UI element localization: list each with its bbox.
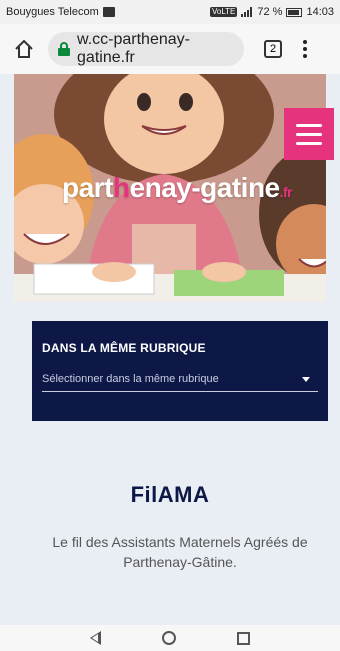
carrier-label: Bouygues Telecom <box>6 6 99 18</box>
address-bar[interactable]: w.cc-parthenay-gatine.fr <box>48 31 244 66</box>
hamburger-line <box>296 123 322 127</box>
logo-text-accent: h <box>112 172 130 203</box>
chevron-down-icon <box>302 376 310 382</box>
volte-badge: VoLTE <box>209 7 238 17</box>
logo-text-part: part <box>62 172 113 203</box>
site-logo[interactable]: parthenay-gatine.fr <box>62 172 293 204</box>
clock: 14:03 <box>306 6 334 18</box>
rubrique-select-placeholder: Sélectionner dans la même rubrique <box>42 373 219 385</box>
battery-percent: 72 % <box>257 6 283 18</box>
back-icon[interactable] <box>90 631 102 645</box>
image-notification-icon <box>102 7 115 17</box>
signal-icon <box>241 7 253 17</box>
rubrique-select[interactable]: Sélectionner dans la même rubrique <box>42 367 318 392</box>
android-nav-bar <box>0 625 340 651</box>
home-button[interactable] <box>10 35 38 63</box>
page-title: FilAMA <box>130 482 210 507</box>
home-circle-icon[interactable] <box>161 631 176 645</box>
browser-toolbar: w.cc-parthenay-gatine.fr 2 <box>0 24 340 74</box>
lock-icon <box>58 42 70 56</box>
browser-menu-button[interactable] <box>300 40 310 58</box>
menu-button[interactable] <box>284 108 334 160</box>
recent-apps-icon[interactable] <box>236 631 250 645</box>
url-text: w.cc-parthenay-gatine.fr <box>77 31 190 66</box>
logo-text-rest: enay-gatine <box>129 172 281 203</box>
home-icon <box>15 39 33 58</box>
hamburger-line <box>296 132 322 136</box>
battery-icon <box>286 7 303 17</box>
hamburger-line <box>296 141 322 145</box>
status-bar: Bouygues Telecom VoLTE 72 % 14:03 <box>0 0 340 24</box>
page-subtitle: Le fil des Assistants Maternels Agréés d… <box>52 534 308 570</box>
tab-switcher-button[interactable]: 2 <box>264 40 282 58</box>
rubrique-panel: DANS LA MÊME RUBRIQUE Sélectionner dans … <box>32 321 328 421</box>
logo-tld: .fr <box>279 184 293 200</box>
rubrique-title: DANS LA MÊME RUBRIQUE <box>42 341 206 355</box>
